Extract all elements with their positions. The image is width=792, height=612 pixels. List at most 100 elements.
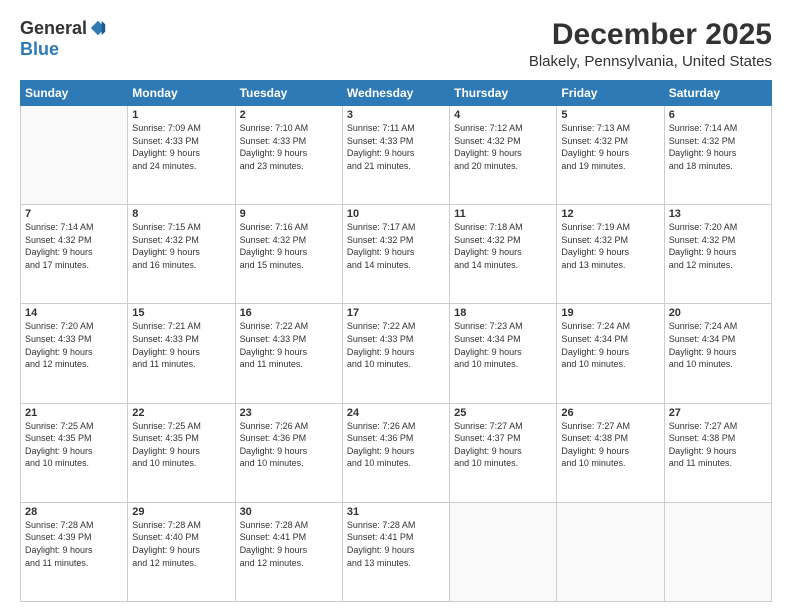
day-info: Sunrise: 7:20 AM Sunset: 4:32 PM Dayligh… [669,221,767,271]
day-info: Sunrise: 7:12 AM Sunset: 4:32 PM Dayligh… [454,122,552,172]
day-info: Sunrise: 7:15 AM Sunset: 4:32 PM Dayligh… [132,221,230,271]
calendar-cell: 7Sunrise: 7:14 AM Sunset: 4:32 PM Daylig… [21,205,128,304]
page: General Blue December 2025 Blakely, Penn… [0,0,792,612]
day-number: 24 [347,407,445,419]
day-number: 27 [669,407,767,419]
calendar-cell: 19Sunrise: 7:24 AM Sunset: 4:34 PM Dayli… [557,304,664,403]
day-info: Sunrise: 7:11 AM Sunset: 4:33 PM Dayligh… [347,122,445,172]
calendar-cell: 8Sunrise: 7:15 AM Sunset: 4:32 PM Daylig… [128,205,235,304]
calendar-cell: 3Sunrise: 7:11 AM Sunset: 4:33 PM Daylig… [342,106,449,205]
day-info: Sunrise: 7:16 AM Sunset: 4:32 PM Dayligh… [240,221,338,271]
day-info: Sunrise: 7:18 AM Sunset: 4:32 PM Dayligh… [454,221,552,271]
calendar-header-row: SundayMondayTuesdayWednesdayThursdayFrid… [21,81,772,106]
calendar-cell: 30Sunrise: 7:28 AM Sunset: 4:41 PM Dayli… [235,502,342,601]
page-subtitle: Blakely, Pennsylvania, United States [529,53,772,70]
header-day-tuesday: Tuesday [235,81,342,106]
day-info: Sunrise: 7:17 AM Sunset: 4:32 PM Dayligh… [347,221,445,271]
day-number: 15 [132,307,230,319]
day-info: Sunrise: 7:28 AM Sunset: 4:39 PM Dayligh… [25,519,123,569]
day-number: 21 [25,407,123,419]
day-number: 23 [240,407,338,419]
calendar-cell: 29Sunrise: 7:28 AM Sunset: 4:40 PM Dayli… [128,502,235,601]
day-info: Sunrise: 7:22 AM Sunset: 4:33 PM Dayligh… [240,320,338,370]
calendar-cell: 16Sunrise: 7:22 AM Sunset: 4:33 PM Dayli… [235,304,342,403]
day-info: Sunrise: 7:21 AM Sunset: 4:33 PM Dayligh… [132,320,230,370]
calendar-cell [21,106,128,205]
calendar-cell: 1Sunrise: 7:09 AM Sunset: 4:33 PM Daylig… [128,106,235,205]
logo-blue-text: Blue [20,39,59,60]
day-number: 22 [132,407,230,419]
calendar-cell: 18Sunrise: 7:23 AM Sunset: 4:34 PM Dayli… [450,304,557,403]
day-number: 25 [454,407,552,419]
calendar-cell: 26Sunrise: 7:27 AM Sunset: 4:38 PM Dayli… [557,403,664,502]
calendar-week-row: 1Sunrise: 7:09 AM Sunset: 4:33 PM Daylig… [21,106,772,205]
day-number: 17 [347,307,445,319]
page-title: December 2025 [529,18,772,51]
calendar-cell: 14Sunrise: 7:20 AM Sunset: 4:33 PM Dayli… [21,304,128,403]
calendar-cell: 28Sunrise: 7:28 AM Sunset: 4:39 PM Dayli… [21,502,128,601]
day-number: 10 [347,208,445,220]
day-info: Sunrise: 7:28 AM Sunset: 4:40 PM Dayligh… [132,519,230,569]
calendar-cell: 15Sunrise: 7:21 AM Sunset: 4:33 PM Dayli… [128,304,235,403]
day-info: Sunrise: 7:25 AM Sunset: 4:35 PM Dayligh… [25,420,123,470]
calendar-cell [557,502,664,601]
logo-icon [89,19,107,37]
day-info: Sunrise: 7:25 AM Sunset: 4:35 PM Dayligh… [132,420,230,470]
logo-general-text: General [20,18,87,39]
day-info: Sunrise: 7:27 AM Sunset: 4:38 PM Dayligh… [669,420,767,470]
calendar-cell: 22Sunrise: 7:25 AM Sunset: 4:35 PM Dayli… [128,403,235,502]
day-info: Sunrise: 7:10 AM Sunset: 4:33 PM Dayligh… [240,122,338,172]
day-number: 20 [669,307,767,319]
calendar-week-row: 21Sunrise: 7:25 AM Sunset: 4:35 PM Dayli… [21,403,772,502]
day-number: 19 [561,307,659,319]
day-info: Sunrise: 7:09 AM Sunset: 4:33 PM Dayligh… [132,122,230,172]
header-day-saturday: Saturday [664,81,771,106]
title-block: December 2025 Blakely, Pennsylvania, Uni… [529,18,772,70]
header-day-friday: Friday [557,81,664,106]
header-day-sunday: Sunday [21,81,128,106]
day-number: 11 [454,208,552,220]
header-day-monday: Monday [128,81,235,106]
day-info: Sunrise: 7:13 AM Sunset: 4:32 PM Dayligh… [561,122,659,172]
day-number: 3 [347,109,445,121]
day-number: 7 [25,208,123,220]
day-number: 9 [240,208,338,220]
header-day-wednesday: Wednesday [342,81,449,106]
calendar-cell: 21Sunrise: 7:25 AM Sunset: 4:35 PM Dayli… [21,403,128,502]
day-number: 16 [240,307,338,319]
calendar-cell: 12Sunrise: 7:19 AM Sunset: 4:32 PM Dayli… [557,205,664,304]
day-number: 8 [132,208,230,220]
calendar-table: SundayMondayTuesdayWednesdayThursdayFrid… [20,80,772,602]
header-day-thursday: Thursday [450,81,557,106]
day-info: Sunrise: 7:23 AM Sunset: 4:34 PM Dayligh… [454,320,552,370]
calendar-cell: 9Sunrise: 7:16 AM Sunset: 4:32 PM Daylig… [235,205,342,304]
calendar-cell [664,502,771,601]
day-number: 6 [669,109,767,121]
day-number: 2 [240,109,338,121]
calendar-cell: 20Sunrise: 7:24 AM Sunset: 4:34 PM Dayli… [664,304,771,403]
day-info: Sunrise: 7:28 AM Sunset: 4:41 PM Dayligh… [240,519,338,569]
calendar-week-row: 7Sunrise: 7:14 AM Sunset: 4:32 PM Daylig… [21,205,772,304]
calendar-cell: 27Sunrise: 7:27 AM Sunset: 4:38 PM Dayli… [664,403,771,502]
calendar-cell: 23Sunrise: 7:26 AM Sunset: 4:36 PM Dayli… [235,403,342,502]
day-number: 18 [454,307,552,319]
day-number: 30 [240,506,338,518]
day-info: Sunrise: 7:24 AM Sunset: 4:34 PM Dayligh… [669,320,767,370]
day-number: 29 [132,506,230,518]
calendar-cell: 6Sunrise: 7:14 AM Sunset: 4:32 PM Daylig… [664,106,771,205]
day-info: Sunrise: 7:27 AM Sunset: 4:38 PM Dayligh… [561,420,659,470]
day-info: Sunrise: 7:26 AM Sunset: 4:36 PM Dayligh… [240,420,338,470]
calendar-cell: 2Sunrise: 7:10 AM Sunset: 4:33 PM Daylig… [235,106,342,205]
calendar-week-row: 28Sunrise: 7:28 AM Sunset: 4:39 PM Dayli… [21,502,772,601]
day-info: Sunrise: 7:26 AM Sunset: 4:36 PM Dayligh… [347,420,445,470]
day-info: Sunrise: 7:14 AM Sunset: 4:32 PM Dayligh… [669,122,767,172]
day-info: Sunrise: 7:24 AM Sunset: 4:34 PM Dayligh… [561,320,659,370]
calendar-cell: 31Sunrise: 7:28 AM Sunset: 4:41 PM Dayli… [342,502,449,601]
calendar-cell: 5Sunrise: 7:13 AM Sunset: 4:32 PM Daylig… [557,106,664,205]
day-number: 1 [132,109,230,121]
day-info: Sunrise: 7:27 AM Sunset: 4:37 PM Dayligh… [454,420,552,470]
calendar-cell: 11Sunrise: 7:18 AM Sunset: 4:32 PM Dayli… [450,205,557,304]
day-number: 5 [561,109,659,121]
day-info: Sunrise: 7:19 AM Sunset: 4:32 PM Dayligh… [561,221,659,271]
day-info: Sunrise: 7:22 AM Sunset: 4:33 PM Dayligh… [347,320,445,370]
